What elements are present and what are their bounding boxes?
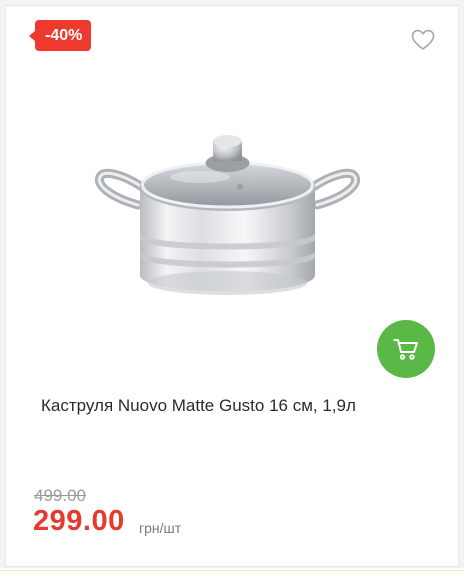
shopping-cart-icon [393,339,418,360]
discount-badge: -40% [28,20,92,51]
current-price: 299.00 [33,505,125,537]
product-title[interactable]: Каструля Nuovo Matte Gusto 16 см, 1,9л [41,396,356,416]
product-image[interactable] [90,125,365,320]
old-price: 499.00 [34,486,86,505]
add-to-cart-button[interactable] [377,320,435,378]
divider [0,568,464,574]
heart-outline-icon[interactable] [411,29,435,51]
price-unit: грн/шт [139,520,182,536]
